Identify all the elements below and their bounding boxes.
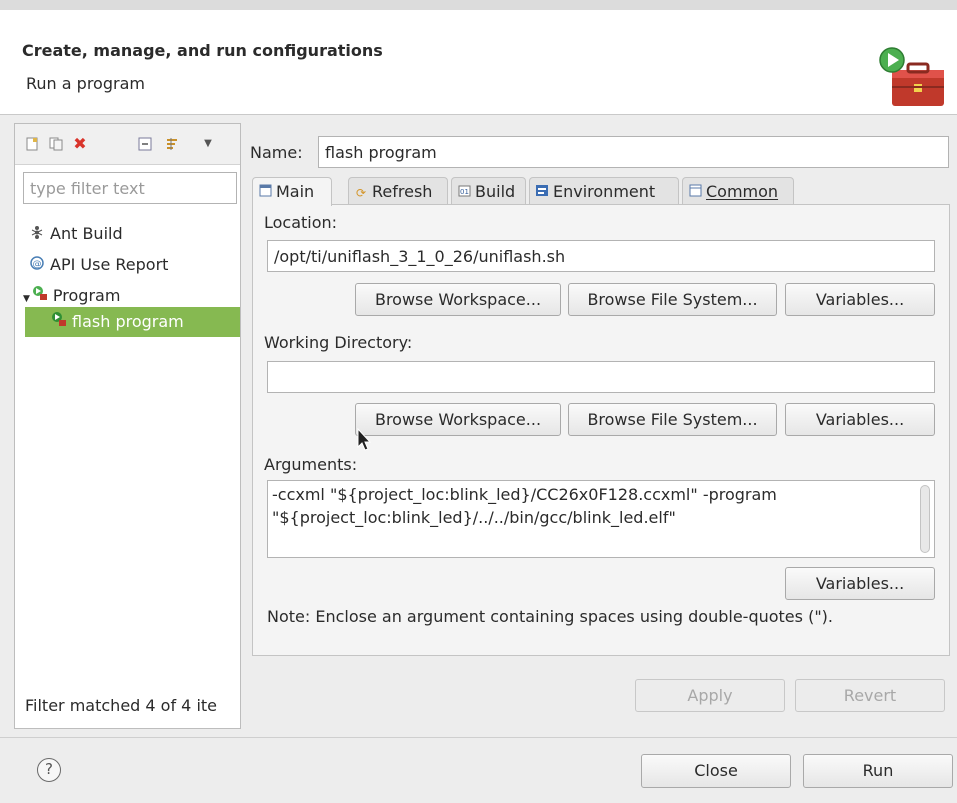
arguments-scrollbar[interactable] (920, 485, 930, 553)
arguments-line-2: "${project_loc:blink_led}/../../bin/gcc/… (272, 508, 676, 527)
tab-label: Build (475, 182, 516, 201)
tree-item-api-use-report[interactable]: @ API Use Report (29, 250, 168, 280)
menu-dropdown-icon[interactable]: ▼ (201, 137, 215, 151)
filter-status: Filter matched 4 of 4 ite (25, 696, 217, 715)
arguments-line-1: -ccxml "${project_loc:blink_led}/CC26x0F… (272, 485, 777, 504)
location-browse-workspace-button[interactable]: Browse Workspace... (355, 283, 561, 316)
config-list-toolbar: ✖ ▼ (15, 124, 240, 165)
refresh-tab-icon: ⟳ (355, 186, 367, 200)
collapse-all-icon[interactable] (138, 137, 152, 151)
expand-arrow-icon[interactable]: ▼ (23, 294, 30, 304)
workdir-browse-workspace-button[interactable]: Browse Workspace... (355, 403, 561, 436)
tab-label: Environment (553, 182, 656, 201)
program-config-icon (51, 309, 67, 339)
tab-label: Main (276, 182, 315, 201)
api-report-icon: @ (29, 252, 45, 282)
delete-icon[interactable]: ✖ (73, 136, 87, 152)
ant-build-icon (29, 221, 45, 251)
main-tab-icon (257, 180, 273, 207)
tab-common[interactable]: Common (682, 177, 794, 204)
tab-label: Refresh (372, 182, 433, 201)
svg-text:01: 01 (460, 188, 469, 196)
config-list-panel: ✖ ▼ Ant Build @ API Use Report ▼ Program… (14, 123, 241, 729)
workdir-variables-button[interactable]: Variables... (785, 403, 935, 436)
location-input[interactable] (267, 240, 935, 272)
working-directory-input[interactable] (267, 361, 935, 393)
arguments-textarea[interactable]: -ccxml "${project_loc:blink_led}/CC26x0F… (267, 480, 935, 558)
apply-button[interactable]: Apply (635, 679, 785, 712)
duplicate-icon[interactable] (49, 137, 63, 151)
tab-refresh[interactable]: ⟳ Refresh (348, 177, 448, 204)
mouse-cursor-icon (357, 428, 372, 451)
location-variables-button[interactable]: Variables... (785, 283, 935, 316)
dialog-subtitle: Run a program (26, 74, 145, 93)
tree-item-label: API Use Report (50, 255, 169, 274)
location-browse-filesystem-button[interactable]: Browse File System... (568, 283, 777, 316)
tree-item-label: Ant Build (50, 224, 123, 243)
name-input[interactable] (318, 136, 949, 168)
build-tab-icon: 01 (456, 180, 472, 207)
close-button[interactable]: Close (641, 754, 791, 788)
working-directory-label: Working Directory: (264, 333, 413, 352)
arguments-variables-button[interactable]: Variables... (785, 567, 935, 600)
dialog-title: Create, manage, and run configurations (22, 41, 383, 60)
tree-item-label: Program (52, 286, 121, 305)
name-label: Name: (250, 143, 303, 162)
window-top-strip (0, 0, 957, 10)
revert-button[interactable]: Revert (795, 679, 945, 712)
tree-item-ant-build[interactable]: Ant Build (29, 219, 123, 249)
footer-separator (0, 737, 957, 738)
tab-main[interactable]: Main (252, 177, 332, 206)
dialog-header: Create, manage, and run configurations R… (0, 10, 957, 115)
help-icon[interactable]: ? (37, 758, 61, 782)
tab-label: Common (706, 182, 779, 201)
location-label: Location: (264, 213, 338, 232)
tree-item-label: flash program (72, 312, 184, 331)
run-button[interactable]: Run (803, 754, 953, 788)
run-toolbox-icon (879, 47, 944, 106)
workdir-browse-filesystem-button[interactable]: Browse File System... (568, 403, 777, 436)
new-config-icon[interactable] (25, 137, 39, 151)
filter-input[interactable] (23, 172, 237, 204)
tab-environment[interactable]: Environment (529, 177, 679, 204)
arguments-note: Note: Enclose an argument containing spa… (267, 607, 833, 626)
arguments-label: Arguments: (264, 455, 358, 474)
common-tab-icon (687, 180, 703, 207)
filter-icon[interactable] (165, 137, 179, 151)
tab-build[interactable]: 01 Build (451, 177, 526, 204)
tree-item-flash-program[interactable]: flash program (25, 307, 240, 337)
environment-tab-icon (534, 180, 550, 207)
svg-text:@: @ (33, 260, 42, 270)
